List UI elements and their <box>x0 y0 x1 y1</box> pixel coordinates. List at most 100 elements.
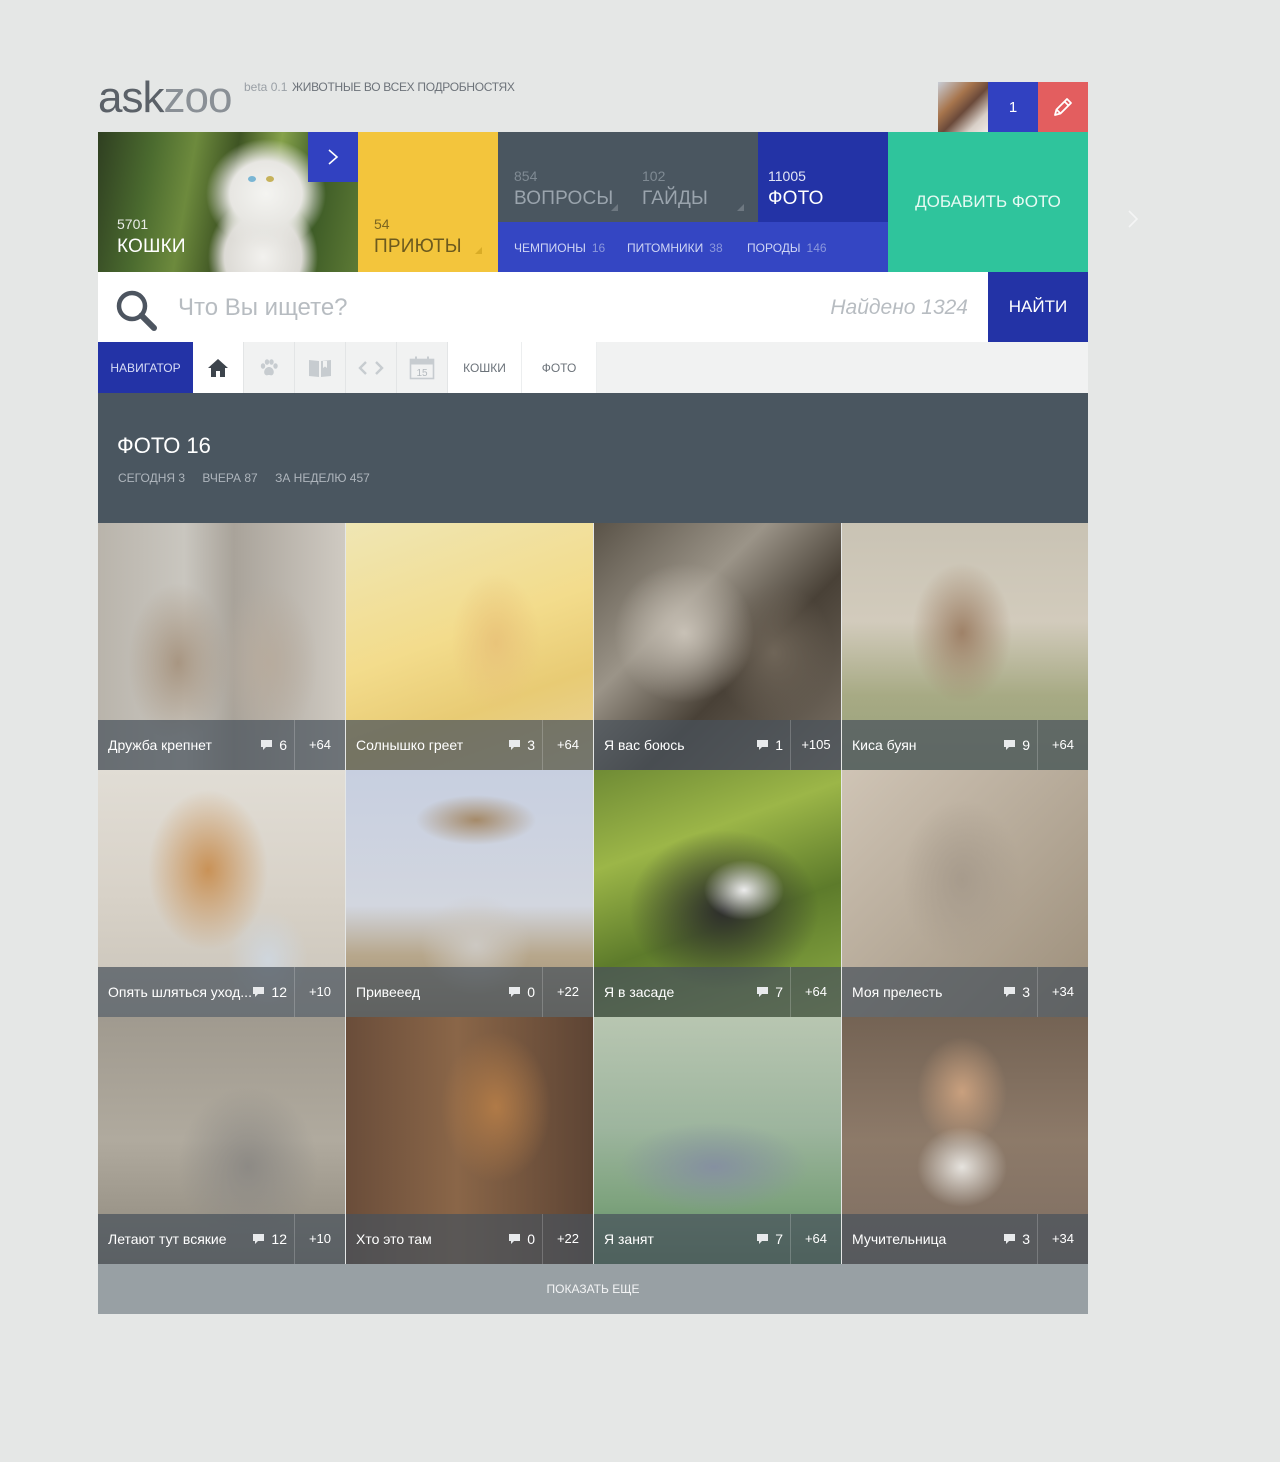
comment-icon <box>757 1234 769 1244</box>
photo-comments[interactable]: 12 <box>252 1231 287 1247</box>
photo-card[interactable]: Солнышко греет 3 +64 <box>346 523 593 770</box>
photo-comment-count: 9 <box>1022 737 1030 753</box>
stat-week[interactable]: ЗА НЕДЕЛЮ 457 <box>275 471 370 485</box>
search-button[interactable]: НАЙТИ <box>988 272 1088 342</box>
nav-calendar-button[interactable]: 15 <box>397 342 448 393</box>
add-photo-label: ДОБАВИТЬ ФОТО <box>915 192 1061 211</box>
comment-icon <box>509 1234 521 1244</box>
site-tagline: ЖИВОТНЫЕ ВО ВСЕХ ПОДРОБНОСТЯХ <box>292 80 515 94</box>
photo-comments[interactable]: 0 <box>508 1231 535 1247</box>
photo-comments[interactable]: 1 <box>756 737 783 753</box>
beta-version: beta 0.1 <box>244 80 288 94</box>
paw-icon <box>260 358 278 375</box>
tile-photos[interactable]: 11005 ФОТО <box>758 132 888 222</box>
photo-score[interactable]: +64 <box>1038 737 1088 752</box>
nav-paw-button[interactable] <box>244 342 295 393</box>
sub-kennels[interactable]: ПИТОМНИКИ 38 <box>627 241 723 255</box>
add-photo-button[interactable]: ДОБАВИТЬ ФОТО <box>888 132 1088 272</box>
tile-cats-next-button[interactable] <box>308 132 358 182</box>
photo-title[interactable]: Хто это там <box>356 1231 506 1247</box>
photo-card[interactable]: Хто это там 0 +22 <box>346 1017 593 1264</box>
notifications-count[interactable]: 1 <box>988 82 1038 132</box>
photo-comments[interactable]: 3 <box>508 737 535 753</box>
tile-questions-guides: 854 ВОПРОСЫ 102 ГАЙДЫ <box>498 132 758 222</box>
photo-score[interactable]: +64 <box>543 737 593 752</box>
photo-title[interactable]: Я занят <box>604 1231 754 1247</box>
photo-score[interactable]: +10 <box>295 1231 345 1246</box>
sub-champions-label: ЧЕМПИОНЫ <box>514 241 586 255</box>
navigator-bar: НАВИГАТОР 15 КОШКИ ФОТО <box>98 342 1088 393</box>
photo-card[interactable]: Дружба крепнет 6 +64 <box>98 523 345 770</box>
photo-card[interactable]: Я занят 7 +64 <box>594 1017 841 1264</box>
sub-breeds[interactable]: ПОРОДЫ 146 <box>747 241 827 255</box>
photo-score[interactable]: +34 <box>1038 1231 1088 1246</box>
comment-icon <box>509 740 521 750</box>
tile-shelters-label: ПРИЮТЫ <box>374 236 462 257</box>
show-more-button[interactable]: ПОКАЗАТЬ ЕЩЕ <box>98 1264 1088 1314</box>
comment-icon <box>757 987 769 997</box>
photo-comments[interactable]: 6 <box>260 737 287 753</box>
photo-score[interactable]: +22 <box>543 984 593 999</box>
photo-card[interactable]: Опять шляться уход... 12 +10 <box>98 770 345 1017</box>
photo-score[interactable]: +22 <box>543 1231 593 1246</box>
comment-icon <box>253 1234 265 1244</box>
tile-shelters[interactable]: 54 ПРИЮТЫ <box>358 132 498 272</box>
stat-yesterday[interactable]: ВЧЕРА 87 <box>202 471 257 485</box>
photo-card[interactable]: Я в засаде 7 +64 <box>594 770 841 1017</box>
photo-title[interactable]: Привееед <box>356 984 506 1000</box>
photo-score[interactable]: +64 <box>791 1231 841 1246</box>
tile-cats[interactable]: 5701 КОШКИ <box>98 132 358 272</box>
tile-guides-count: 102 <box>642 168 666 184</box>
breadcrumb-photos[interactable]: ФОТО <box>522 342 597 393</box>
photo-caption: Киса буян 9 +64 <box>842 720 1088 770</box>
photo-title[interactable]: Солнышко греет <box>356 737 506 753</box>
photo-comments[interactable]: 9 <box>1003 737 1030 753</box>
photo-comments[interactable]: 7 <box>756 1231 783 1247</box>
user-avatar[interactable] <box>938 82 988 132</box>
search-input[interactable] <box>176 290 780 326</box>
nav-code-button[interactable] <box>346 342 397 393</box>
photo-comments[interactable]: 0 <box>508 984 535 1000</box>
photo-title[interactable]: Моя прелесть <box>852 984 1002 1000</box>
photo-score[interactable]: +105 <box>791 737 841 752</box>
sub-champions[interactable]: ЧЕМПИОНЫ 16 <box>514 241 605 255</box>
photo-score[interactable]: +64 <box>295 737 345 752</box>
photo-card[interactable]: Летают тут всякие 12 +10 <box>98 1017 345 1264</box>
photo-title[interactable]: Мучительница <box>852 1231 1002 1247</box>
photo-score[interactable]: +10 <box>295 984 345 999</box>
next-slide-chevron-icon[interactable] <box>1126 208 1140 230</box>
photo-score[interactable]: +34 <box>1038 984 1088 999</box>
photo-card[interactable]: Киса буян 9 +64 <box>842 523 1088 770</box>
edit-button[interactable] <box>1038 82 1088 132</box>
section-title-text: ФОТО <box>117 433 181 458</box>
photo-card[interactable]: Мучительница 3 +34 <box>842 1017 1088 1264</box>
photo-comment-count: 3 <box>1022 1231 1030 1247</box>
stat-today[interactable]: СЕГОДНЯ 3 <box>118 471 185 485</box>
photo-caption: Солнышко греет 3 +64 <box>346 720 593 770</box>
nav-home-button[interactable] <box>193 342 244 393</box>
photo-score[interactable]: +64 <box>791 984 841 999</box>
section-count: 16 <box>186 433 211 458</box>
cat-eye-blue <box>248 176 256 182</box>
site-logo[interactable]: askzoo <box>98 74 232 122</box>
photo-comments[interactable]: 3 <box>1003 1231 1030 1247</box>
photo-title[interactable]: Дружба крепнет <box>108 737 258 753</box>
photo-comments[interactable]: 3 <box>1003 984 1030 1000</box>
section-header: ФОТО 16 СЕГОДНЯ 3 ВЧЕРА 87 ЗА НЕДЕЛЮ 457 <box>98 393 1088 523</box>
nav-guides-button[interactable] <box>295 342 346 393</box>
photo-comment-count: 7 <box>775 984 783 1000</box>
photo-title[interactable]: Опять шляться уход... <box>108 984 258 1000</box>
tile-guides-corner-icon <box>737 204 744 211</box>
photo-comments[interactable]: 12 <box>252 984 287 1000</box>
photo-title[interactable]: Я в засаде <box>604 984 754 1000</box>
comment-icon <box>253 987 265 997</box>
photo-title[interactable]: Киса буян <box>852 737 1002 753</box>
photo-card[interactable]: Я вас боюсь 1 +105 <box>594 523 841 770</box>
breadcrumb-cats[interactable]: КОШКИ <box>448 342 522 393</box>
photo-title[interactable]: Летают тут всякие <box>108 1231 258 1247</box>
photo-title[interactable]: Я вас боюсь <box>604 737 754 753</box>
photo-comments[interactable]: 7 <box>756 984 783 1000</box>
photo-card[interactable]: Моя прелесть 3 +34 <box>842 770 1088 1017</box>
photo-caption: Я вас боюсь 1 +105 <box>594 720 841 770</box>
photo-card[interactable]: Привееед 0 +22 <box>346 770 593 1017</box>
